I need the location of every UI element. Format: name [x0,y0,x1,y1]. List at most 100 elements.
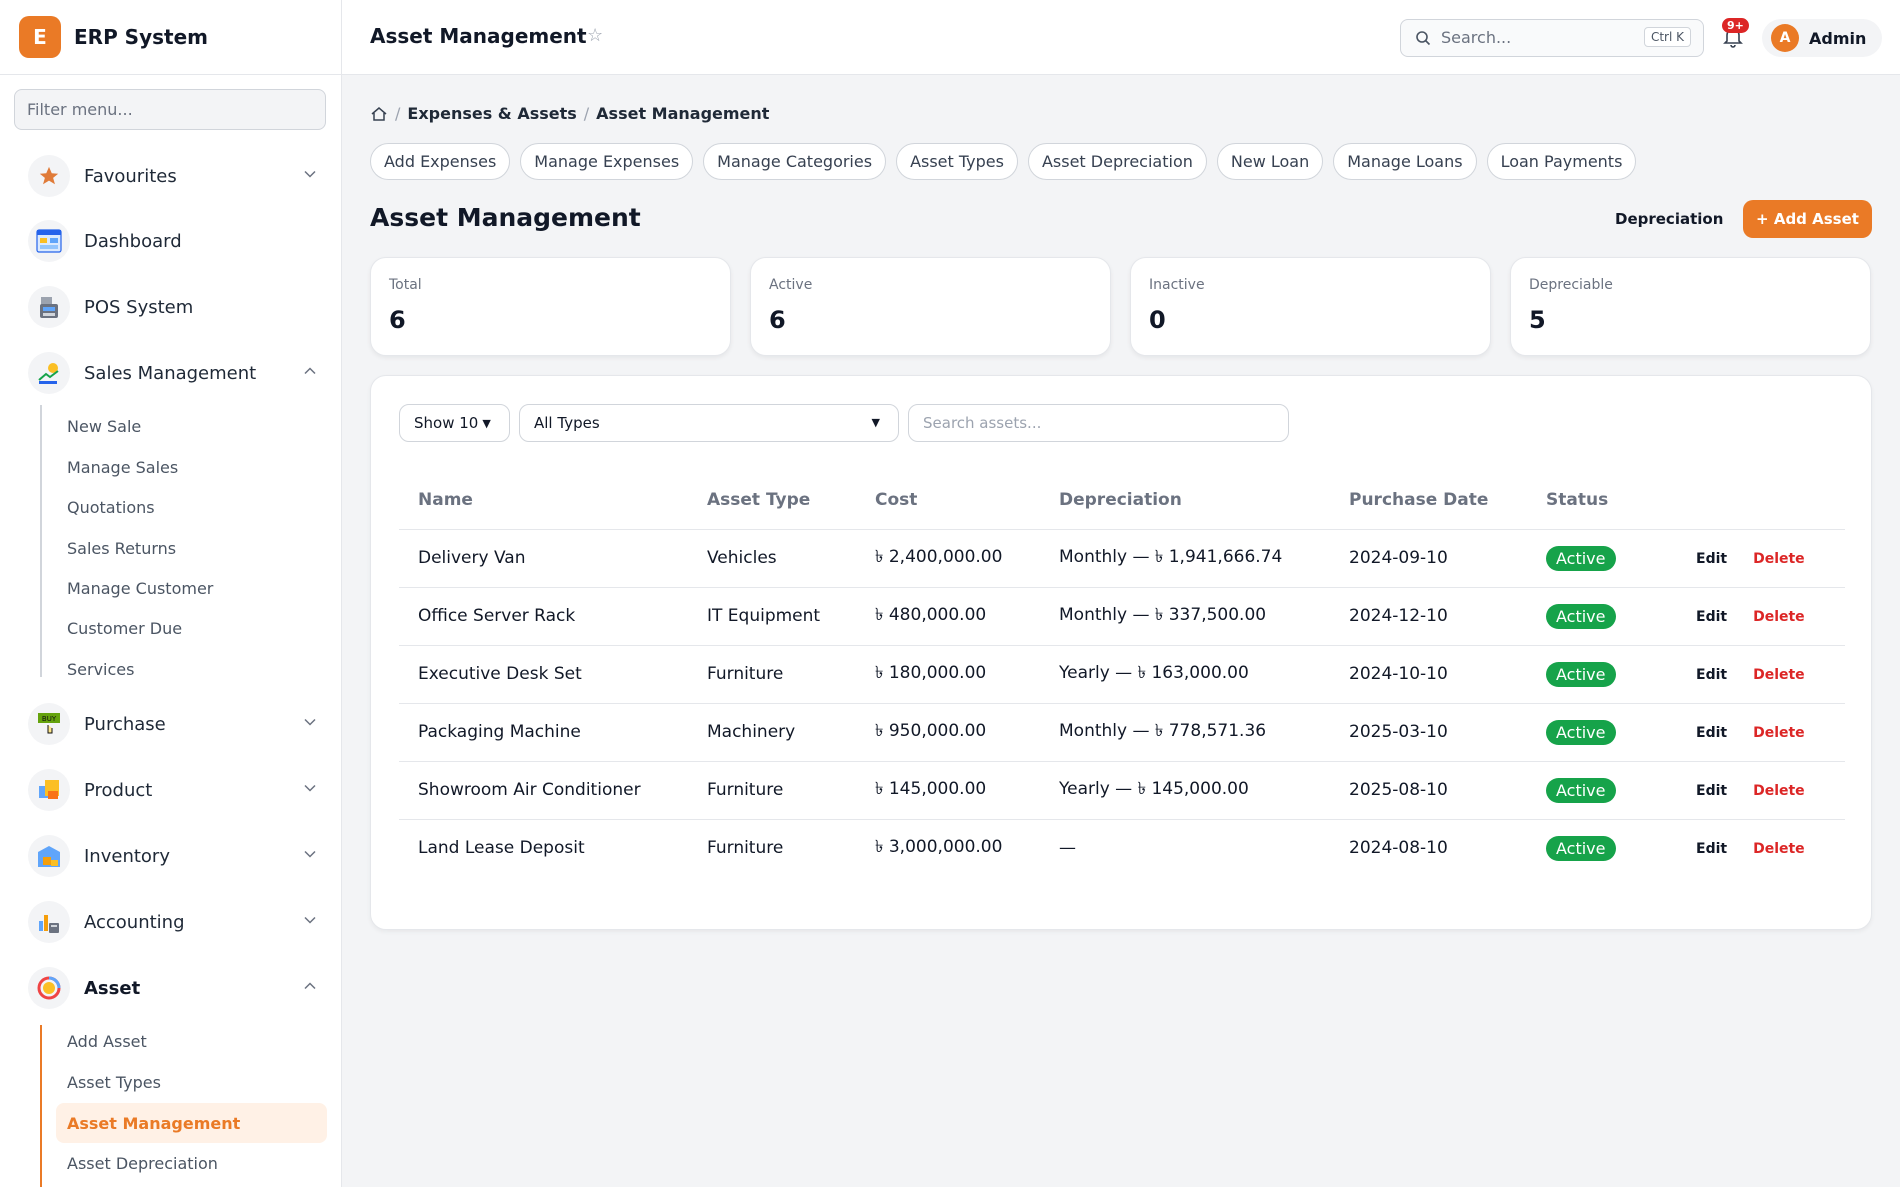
global-search-input[interactable]: Search... Ctrl K [1400,19,1704,57]
quick-link-asset-types[interactable]: Asset Types [896,143,1018,180]
submenu-item-customer-due[interactable]: Customer Due [40,608,327,648]
cell-name: Packaging Machine [399,703,688,762]
delete-button[interactable]: Delete [1753,551,1805,567]
favourite-star-icon[interactable]: ☆ [587,25,603,46]
sidebar-item-dashboard[interactable]: Dashboard [28,217,328,265]
edit-button[interactable]: Edit [1696,783,1727,799]
stat-card-active: Active 6 [750,257,1111,356]
column-header-purchase-date[interactable]: Purchase Date [1330,471,1527,530]
chevron-down-icon [304,850,316,858]
product-icon [28,769,70,811]
column-header-status[interactable]: Status [1527,471,1677,530]
page-title: Asset Management [370,203,641,232]
sidebar-item-sales-management[interactable]: Sales Management [28,349,328,397]
sales-icon [28,352,70,394]
depreciation-button[interactable]: Depreciation [1602,200,1736,238]
edit-button[interactable]: Edit [1696,551,1727,567]
quick-link-asset-depreciation[interactable]: Asset Depreciation [1027,143,1207,180]
purchase-icon: BUY [28,703,70,745]
brand-name: ERP System [74,25,208,49]
sidebar-item-asset[interactable]: Asset [28,964,328,1012]
edit-button[interactable]: Edit [1696,609,1727,625]
delete-button[interactable]: Delete [1753,841,1805,857]
breadcrumb: / Expenses & Assets / Asset Management [370,104,769,123]
edit-button[interactable]: Edit [1696,841,1727,857]
cell-asset-type: Furniture [688,761,856,820]
asset-search-input[interactable]: Search assets... [908,404,1289,442]
cell-purchase-date: 2024-08-10 [1349,838,1448,859]
chevron-down-icon [304,718,316,726]
sidebar-item-favourites[interactable]: Favourites [28,152,328,200]
quick-link-manage-expenses[interactable]: Manage Expenses [520,143,694,180]
quick-link-loan-payments[interactable]: Loan Payments [1486,143,1637,180]
table-header-row: Name Asset Type Cost Depreciation Purcha… [399,471,1845,530]
topbar-title: Asset Management [370,24,587,48]
cell-purchase-date: 2024-10-10 [1330,645,1527,704]
table-row: Office Server Rack IT Equipment ৳ 480,00… [399,587,1845,646]
column-header-depreciation[interactable]: Depreciation [1040,471,1330,530]
stat-label: Total [389,277,422,293]
user-menu[interactable]: A Admin [1762,19,1882,57]
cell-name: Executive Desk Set [399,645,688,704]
column-header-asset-type[interactable]: Asset Type [688,471,856,530]
asset-search-placeholder: Search assets... [923,414,1042,432]
menu-filter-input[interactable] [14,89,326,130]
submenu-item-quotations[interactable]: Quotations [40,487,327,527]
column-header-cost[interactable]: Cost [856,471,1040,530]
user-name: Admin [1809,28,1867,48]
edit-button[interactable]: Edit [1696,725,1727,741]
edit-button[interactable]: Edit [1696,667,1727,683]
sidebar-item-inventory[interactable]: Inventory [28,832,328,880]
sidebar-item-pos-system[interactable]: POS System [28,283,328,331]
submenu-item-sales-returns[interactable]: Sales Returns [40,528,327,568]
submenu-item-asset-depreciation[interactable]: Asset Depreciation [40,1143,327,1183]
assets-table-card: Show 10 ▼ All Types ▼ Search assets... Nam… [370,375,1872,930]
submenu-item-add-asset[interactable]: Add Asset [40,1021,327,1061]
add-asset-button[interactable]: + Add Asset [1743,200,1872,238]
home-icon[interactable] [370,105,388,123]
page-size-select[interactable]: Show 10 ▼ [399,404,510,442]
cell-depreciation: Yearly — ৳ 163,000.00 [1040,645,1330,704]
submenu-item-services[interactable]: Services [40,649,327,689]
brand[interactable]: E ERP System [0,0,341,75]
sidebar-item-purchase[interactable]: BUY Purchase [28,700,328,748]
delete-button[interactable]: Delete [1753,725,1805,741]
cell-name: Land Lease Deposit [418,838,585,859]
sidebar-item-label: POS System [84,296,194,318]
chevron-down-icon [304,170,316,178]
cell-asset-type: Vehicles [688,529,856,588]
inventory-icon [28,835,70,877]
assets-table: Name Asset Type Cost Depreciation Purcha… [399,471,1845,877]
column-header-actions [1677,471,1845,530]
table-row: Packaging Machine Machinery ৳ 950,000.00… [399,703,1845,762]
status-badge: Active [1546,719,1616,745]
quick-link-manage-loans[interactable]: Manage Loans [1333,143,1477,180]
quick-link-new-loan[interactable]: New Loan [1216,143,1324,180]
cell-name: Showroom Air Conditioner [399,761,688,820]
cell-asset-type: Furniture [688,645,856,704]
submenu-item-asset-types[interactable]: Asset Types [40,1062,327,1102]
quick-links: Add Expenses Manage Expenses Manage Cate… [370,143,1637,180]
asset-icon [28,967,70,1009]
quick-link-manage-categories[interactable]: Manage Categories [703,143,887,180]
cell-purchase-date: 2025-03-10 [1330,703,1527,762]
delete-button[interactable]: Delete [1753,609,1805,625]
chevron-up-icon [304,367,316,375]
submenu-item-new-sale[interactable]: New Sale [40,406,327,446]
chevron-down-icon [304,916,316,924]
quick-link-add-expenses[interactable]: Add Expenses [370,143,511,180]
submenu-item-asset-management[interactable]: Asset Management [56,1103,327,1143]
cell-depreciation: Monthly — ৳ 337,500.00 [1040,587,1330,646]
search-icon [1416,31,1431,46]
delete-button[interactable]: Delete [1753,783,1805,799]
sidebar-item-product[interactable]: Product [28,766,328,814]
submenu-item-manage-customer[interactable]: Manage Customer [40,568,327,608]
column-header-name[interactable]: Name [399,471,688,530]
cell-name: Office Server Rack [399,587,688,646]
sidebar-item-accounting[interactable]: Accounting [28,898,328,946]
submenu-item-manage-sales[interactable]: Manage Sales [40,447,327,487]
table-row: Delivery Van Vehicles ৳ 2,400,000.00 Mon… [399,529,1845,588]
asset-type-select[interactable]: All Types ▼ [519,404,899,442]
breadcrumb-parent[interactable]: Expenses & Assets [407,104,576,123]
delete-button[interactable]: Delete [1753,667,1805,683]
